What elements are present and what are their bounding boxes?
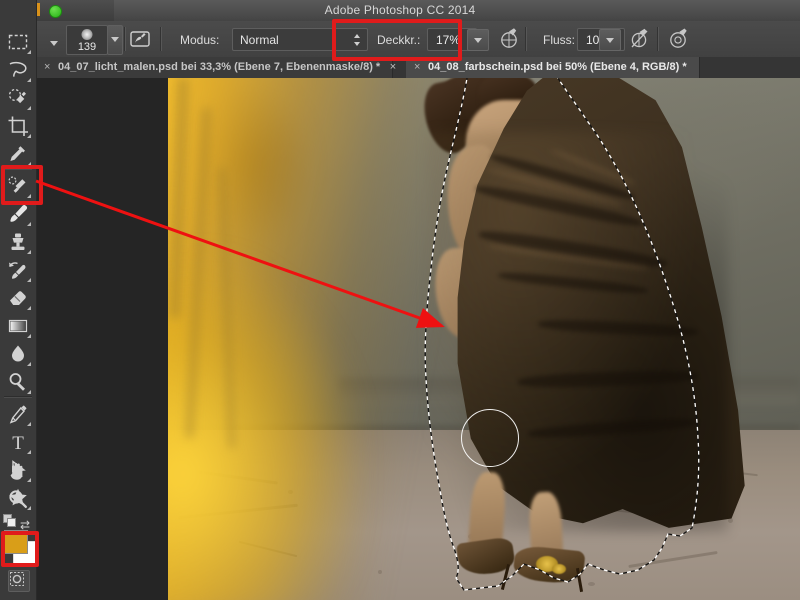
blend-mode-value: Normal (240, 33, 279, 47)
brush-size-dropdown[interactable] (107, 25, 123, 55)
window-title: Adobe Photoshop CC 2014 (324, 3, 476, 17)
hand-tool[interactable] (2, 457, 34, 485)
chevron-down-icon (111, 37, 119, 42)
close-icon[interactable]: × (44, 57, 50, 78)
highlight-brush-tool (1, 165, 43, 205)
lasso-tool[interactable] (2, 56, 34, 84)
quick-selection-tool[interactable] (2, 84, 34, 112)
flow-label: Fluss: (543, 33, 576, 47)
window-controls (36, 0, 114, 21)
dodge-tool[interactable] (2, 368, 34, 396)
tools-divider (4, 396, 32, 397)
eyedropper-tool[interactable] (2, 140, 34, 168)
highlight-opacity-control (332, 19, 462, 61)
pen-tool[interactable] (2, 400, 34, 428)
options-separator (525, 27, 526, 51)
options-separator (124, 27, 125, 51)
toggle-brush-panel-button[interactable] (128, 27, 152, 51)
chevron-down-icon (474, 38, 482, 43)
quick-mask-button[interactable] (8, 570, 30, 592)
clone-stamp-tool[interactable] (2, 228, 34, 256)
mode-label: Modus: (180, 33, 220, 47)
opacity-slider-button[interactable] (467, 29, 489, 51)
crop-tool[interactable] (2, 112, 34, 140)
image-canvas[interactable] (168, 78, 800, 600)
brush-preset-picker[interactable] (40, 27, 66, 51)
document-tab-1-label: 04_07_licht_malen.psd bei 33,3% (Ebene 7… (58, 61, 381, 73)
rectangular-marquee-tool[interactable] (2, 28, 34, 56)
chevron-down-icon (606, 38, 614, 43)
document-tab-2-label: 04_08_farbschein.psd bei 50% (Ebene 4, R… (428, 61, 687, 73)
horizontal-type-tool[interactable]: T (2, 428, 34, 456)
airbrush-icon[interactable] (666, 27, 690, 51)
brush-cursor-circle (461, 409, 519, 467)
photoshop-window: Adobe Photoshop CC 2014 139 Modus: Norma… (0, 0, 800, 600)
highlight-foreground-color (1, 531, 39, 567)
blur-tool[interactable] (2, 340, 34, 368)
eraser-tool[interactable] (2, 284, 34, 312)
zoom-tool[interactable] (2, 485, 34, 513)
brush-tip-preview-icon (81, 29, 93, 40)
options-separator (160, 27, 161, 51)
chevron-down-icon (50, 41, 58, 46)
brush-size-indicator[interactable]: 139 (66, 25, 108, 55)
brush-size-value: 139 (77, 41, 97, 53)
flow-slider-button[interactable] (599, 29, 621, 51)
workspace (36, 78, 800, 600)
opacity-pressure-icon[interactable] (496, 27, 520, 51)
svg-text:T: T (12, 433, 24, 453)
options-separator (657, 27, 658, 51)
gradient-tool[interactable] (2, 312, 34, 340)
woman-figure (418, 78, 748, 600)
flow-pressure-icon[interactable] (627, 27, 651, 51)
zoom-window-button[interactable] (49, 5, 62, 18)
history-brush-tool[interactable] (2, 256, 34, 284)
